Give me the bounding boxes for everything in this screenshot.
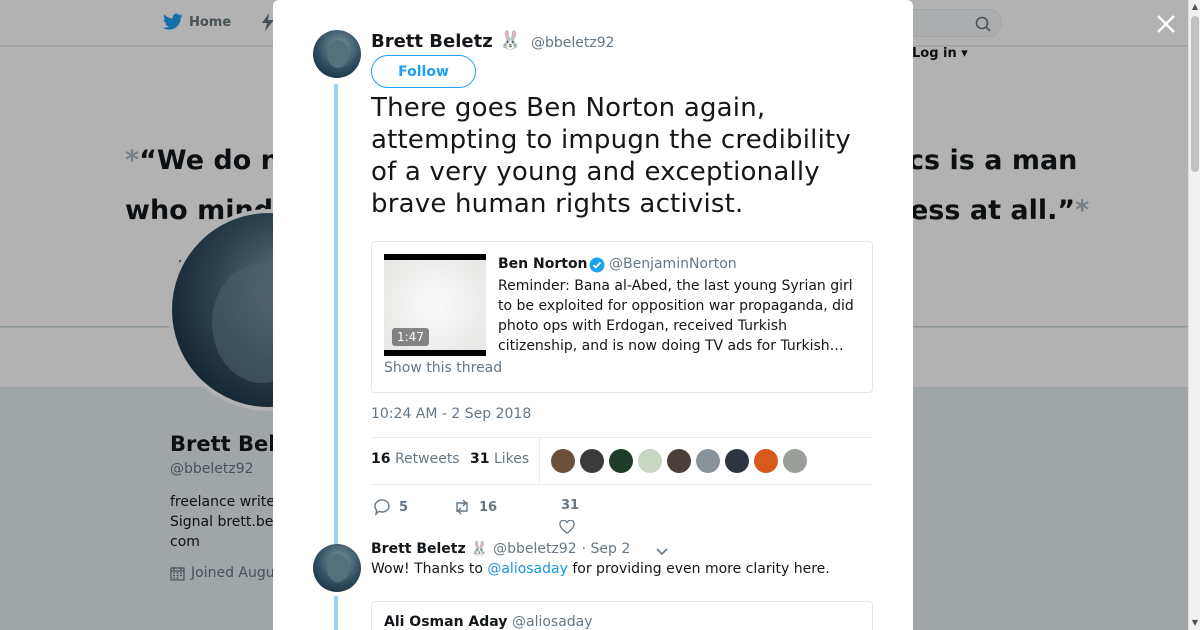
likers-avatars <box>551 449 807 473</box>
likes-count: 31 <box>470 451 490 467</box>
retweet-icon <box>456 499 468 515</box>
reply-quoted-tweet-card[interactable]: Ali Osman Aday @aliosaday <box>371 601 873 630</box>
author-name[interactable]: Brett Beletz <box>371 31 493 52</box>
author-avatar[interactable] <box>313 30 361 78</box>
quoted-author-handle: @BenjaminNorton <box>609 256 737 272</box>
reply-date[interactable]: · Sep 2 <box>582 541 631 557</box>
tweet-actions: 5 16 31 <box>371 494 631 534</box>
video-duration: 1:47 <box>392 328 429 346</box>
reply-author-name[interactable]: Brett Beletz <box>371 541 466 557</box>
video-thumbnail[interactable]: 1:47 <box>384 254 486 356</box>
stats-divider <box>539 438 540 485</box>
follow-button[interactable]: Follow <box>371 55 476 88</box>
like-button[interactable]: 31 <box>561 498 579 513</box>
close-icon <box>1157 15 1175 33</box>
reply-quoted-author-handle: @aliosaday <box>512 614 593 630</box>
liker-avatar[interactable] <box>667 449 691 473</box>
liker-avatar[interactable] <box>725 449 749 473</box>
quoted-author-name: Ben Norton <box>498 256 588 272</box>
close-modal-button[interactable] <box>1154 12 1178 36</box>
quoted-tweet-text: Reminder: Bana al-Abed, the last young S… <box>498 278 854 354</box>
avatar-face <box>327 40 349 68</box>
retweets-count: 16 <box>371 451 391 467</box>
reply-button[interactable]: 5 <box>373 498 408 516</box>
retweets-stat[interactable]: 16 Retweets <box>371 451 460 467</box>
liker-avatar[interactable] <box>609 449 633 473</box>
liker-avatar[interactable] <box>783 449 807 473</box>
reply-author-avatar[interactable] <box>313 544 361 592</box>
reply-text: Wow! Thanks to @aliosaday for providing … <box>371 561 830 577</box>
retweets-label: Retweets <box>394 451 460 467</box>
liker-avatar[interactable] <box>638 449 662 473</box>
reply-quoted-author-name: Ali Osman Aday <box>384 614 508 630</box>
reply-count: 5 <box>399 499 409 515</box>
scroll-down-arrow[interactable]: ▼ <box>1189 616 1200 630</box>
tweet-modal: Brett Beletz 🐰 @bbeletz92 Follow There g… <box>273 0 913 630</box>
page-scrollbar[interactable]: ▲ ▼ <box>1188 0 1200 630</box>
thread-connector <box>334 84 338 544</box>
heart-icon[interactable] <box>559 520 575 534</box>
liker-avatar[interactable] <box>754 449 778 473</box>
scroll-up-arrow[interactable]: ▲ <box>1189 0 1200 14</box>
verified-badge-icon <box>589 257 605 273</box>
reply-icon <box>374 499 390 516</box>
reply-author-emoji: 🐰 <box>470 541 489 557</box>
quoted-tweet-card[interactable]: 1:47 Ben Norton @BenjaminNorton Reminder… <box>371 241 873 393</box>
author-emoji: 🐰 <box>499 30 522 51</box>
mention-link[interactable]: @aliosaday <box>487 561 568 577</box>
reply-text-before: Wow! Thanks to <box>371 561 488 577</box>
likes-label: Likes <box>493 451 530 467</box>
tweet-stats: 16 Retweets 31 Likes <box>371 437 873 485</box>
avatar-face <box>327 554 349 582</box>
reply-header: Brett Beletz 🐰 @bbeletz92 · Sep 2 <box>371 541 630 557</box>
like-count: 31 <box>561 498 580 513</box>
retweet-button[interactable]: 16 <box>453 498 497 516</box>
show-thread-link[interactable]: Show this thread <box>384 360 502 376</box>
reply-text-after: for providing even more clarity here. <box>567 561 830 577</box>
tweet-timestamp[interactable]: 10:24 AM - 2 Sep 2018 <box>371 406 531 422</box>
tweet-text: There goes Ben Norton again, attempting … <box>371 93 851 219</box>
liker-avatar[interactable] <box>551 449 575 473</box>
chevron-down-icon[interactable] <box>655 546 669 558</box>
liker-avatar[interactable] <box>580 449 604 473</box>
thread-connector <box>334 596 338 630</box>
retweet-count: 16 <box>479 499 498 515</box>
liker-avatar[interactable] <box>696 449 720 473</box>
scroll-thumb[interactable] <box>1191 16 1199 172</box>
author-handle[interactable]: @bbeletz92 <box>531 35 615 51</box>
likes-stat[interactable]: 31 Likes <box>470 451 529 467</box>
reply-author-handle[interactable]: @bbeletz92 <box>493 541 577 557</box>
